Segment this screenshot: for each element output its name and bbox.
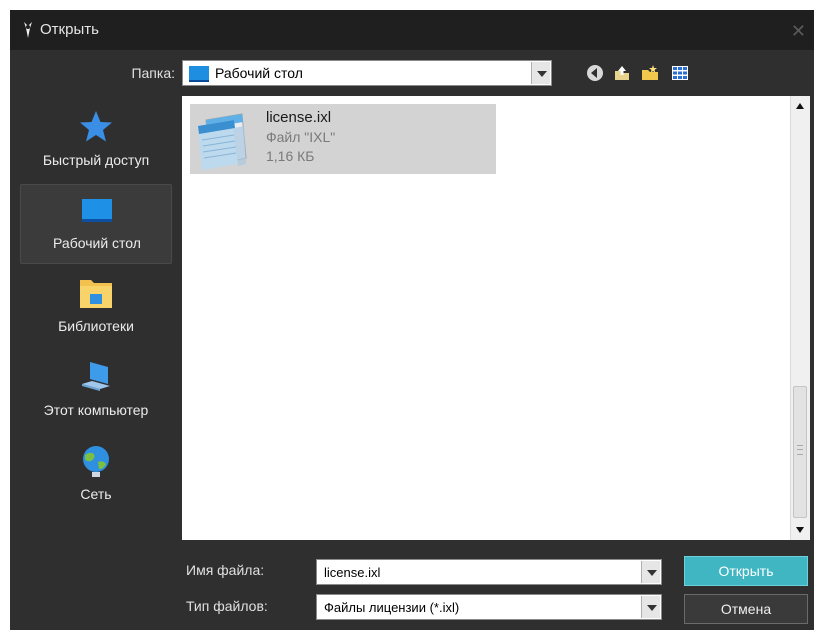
- window-title: Открыть: [40, 21, 99, 38]
- star-icon: [76, 108, 116, 146]
- network-icon: [76, 442, 116, 480]
- cancel-button[interactable]: Отмена: [684, 594, 808, 624]
- back-button[interactable]: [585, 63, 605, 83]
- file-list[interactable]: license.ixl Файл "IXL" 1,16 КБ: [182, 96, 810, 540]
- file-name: license.ixl: [266, 109, 332, 126]
- chevron-down-icon[interactable]: [531, 62, 550, 84]
- file-size: 1,16 КБ: [266, 148, 315, 164]
- close-button[interactable]: ✕: [778, 10, 814, 50]
- place-label: Этот компьютер: [43, 402, 149, 418]
- place-label: Библиотеки: [58, 318, 134, 334]
- back-icon: [587, 65, 603, 81]
- up-folder-button[interactable]: [612, 63, 632, 83]
- new-folder-button[interactable]: [640, 63, 660, 83]
- place-quick-access[interactable]: Быстрый доступ: [20, 102, 172, 182]
- notepad-file-icon: [192, 108, 254, 172]
- file-type-label: Тип файлов:: [186, 598, 268, 614]
- view-menu-button[interactable]: [670, 63, 690, 83]
- grip-icon: [797, 445, 803, 455]
- new-folder-icon: [642, 65, 658, 80]
- scroll-up-button[interactable]: [791, 96, 810, 116]
- open-file-dialog: Открыть ✕ Папка: Рабочий стол Быстрый до…: [10, 10, 814, 630]
- desktop-icon: [77, 191, 117, 229]
- computer-icon: [76, 358, 116, 396]
- view-menu-icon: [672, 66, 688, 80]
- folder-value: Рабочий стол: [215, 65, 303, 81]
- open-button[interactable]: Открыть: [684, 556, 808, 586]
- place-network[interactable]: Сеть: [20, 436, 172, 516]
- file-item[interactable]: license.ixl Файл "IXL" 1,16 КБ: [190, 104, 496, 174]
- vertical-scrollbar[interactable]: [790, 96, 810, 540]
- place-label: Рабочий стол: [53, 235, 141, 251]
- file-name-input[interactable]: license.ixl: [324, 565, 380, 580]
- title-bar: Открыть ✕: [10, 10, 814, 50]
- file-name-combo[interactable]: license.ixl: [316, 559, 662, 585]
- place-desktop[interactable]: Рабочий стол: [20, 184, 172, 264]
- place-this-pc[interactable]: Этот компьютер: [20, 352, 172, 432]
- place-label: Быстрый доступ: [42, 152, 150, 168]
- up-folder-icon: [615, 66, 629, 80]
- close-icon: ✕: [790, 21, 806, 41]
- chevron-down-icon[interactable]: [641, 596, 660, 618]
- scroll-down-button[interactable]: [791, 520, 810, 540]
- places-bar: Быстрый доступ Рабочий стол Библиотеки Э…: [18, 98, 178, 538]
- place-libraries[interactable]: Библиотеки: [20, 268, 172, 348]
- file-name-label: Имя файла:: [186, 562, 265, 578]
- chevron-down-icon[interactable]: [641, 561, 660, 583]
- libraries-icon: [76, 274, 116, 312]
- place-label: Сеть: [80, 486, 112, 502]
- folder-dropdown[interactable]: Рабочий стол: [182, 60, 552, 86]
- app-icon: [20, 20, 36, 40]
- scroll-thumb[interactable]: [793, 386, 807, 518]
- folder-label: Папка:: [131, 65, 175, 81]
- file-type: Файл "IXL": [266, 129, 336, 145]
- file-type-value: Файлы лицензии (*.ixl): [324, 600, 460, 615]
- file-type-select[interactable]: Файлы лицензии (*.ixl): [316, 594, 662, 620]
- desktop-icon: [189, 66, 209, 82]
